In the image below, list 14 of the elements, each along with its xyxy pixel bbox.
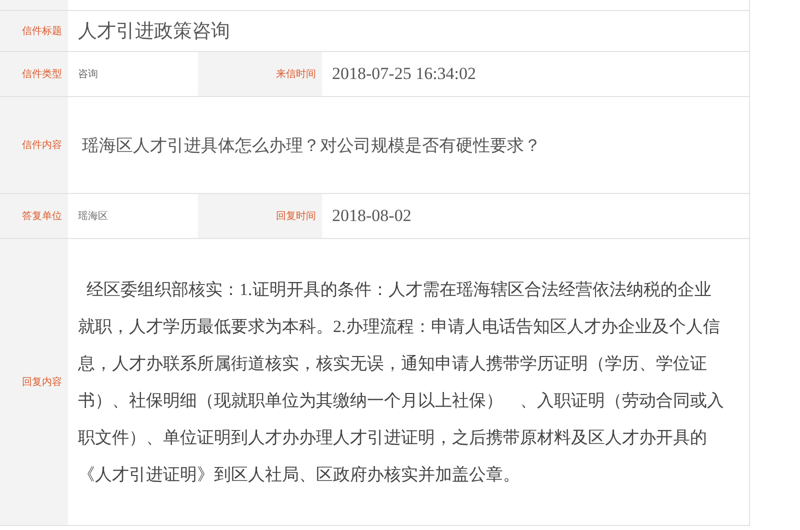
date-value: 2018-07-25 16:34:02 bbox=[332, 64, 476, 84]
field-label: 信件类型 bbox=[22, 68, 62, 81]
field-label: 回复时间 bbox=[276, 210, 316, 223]
field-value: 咨询 bbox=[78, 68, 98, 81]
letter-text: 瑶海区人才引进具体怎么办理？对公司规模是否有硬性要求？ bbox=[82, 134, 541, 156]
field-label: 答复单位 bbox=[22, 210, 62, 223]
field-value: 瑶海区 bbox=[78, 210, 108, 223]
field-label: 信件标题 bbox=[22, 24, 62, 38]
field-label: 来信时间 bbox=[276, 68, 316, 81]
field-label: 信件内容 bbox=[22, 138, 62, 152]
letter-title: 人才引进政策咨询 bbox=[78, 20, 230, 44]
reply-text: 经区委组织部核实：1.证明开具的条件：人才需在瑶海辖区合法经营依法纳税的企业就职，人才学历最低要求为本科。2.办理流程：申请人电话告知区人才办企业及个人信息，人才办联系所属街道核实，核实无误，通知申请人携带学历证明（学历、学位证书）、社保明细（现就职单位为其缴纳一个月以上社保） 、入职证明（劳动合同或入职文件）、单位证明到人才办办理人才引进证明，之后携带原材料及区人才办开具的《人才引进证明》到区人社局、区政府办核实并加盖公章。 bbox=[78, 279, 725, 486]
date-value: 2018-08-02 bbox=[332, 206, 412, 226]
field-label: 回复内容 bbox=[22, 376, 62, 389]
